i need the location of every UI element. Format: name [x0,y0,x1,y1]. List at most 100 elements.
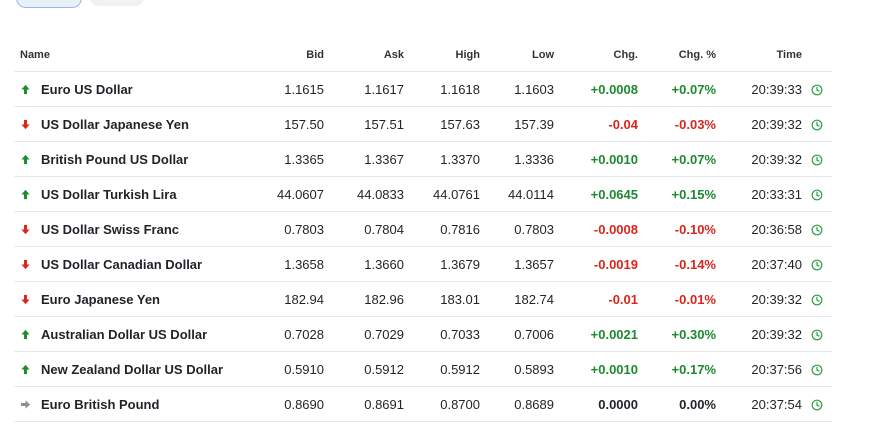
pair-name-link[interactable]: British Pound US Dollar [41,152,188,167]
low-cell: 157.39 [480,106,554,142]
table-row[interactable]: Australian Dollar US Dollar 0.7028 0.7029 0… [14,316,832,352]
chg-pct-cell: +0.30% [638,316,716,352]
table-row[interactable]: Euro US Dollar 1.1615 1.1617 1.1618 1.1603 +0… [14,71,832,107]
pair-name-link[interactable]: US Dollar Turkish Lira [41,187,177,202]
chg-pct-cell: +0.07% [638,71,716,107]
bid-cell: 0.7028 [254,316,324,352]
table-header-row: Name Bid Ask High Low Chg. Chg. % Time [14,38,832,72]
chg-cell: +0.0645 [554,176,638,212]
pair-name-link[interactable]: US Dollar Swiss Franc [41,222,179,237]
pair-name-cell: US Dollar Turkish Lira [14,176,254,212]
table-row[interactable]: New Zealand Dollar US Dollar 0.5910 0.5912… [14,351,832,387]
arrow-up-icon [21,329,30,339]
arrow-down-icon [21,119,30,129]
high-cell: 0.7816 [404,211,480,247]
arrow-down-icon [21,259,30,269]
high-cell: 1.3370 [404,141,480,177]
column-header-low[interactable]: Low [480,38,554,72]
pair-name-cell: Euro British Pound [14,386,254,422]
ask-cell: 0.5912 [324,351,404,387]
column-header-ask[interactable]: Ask [324,38,404,72]
pair-name-cell: Euro Japanese Yen [14,281,254,317]
quotes-page: Name Bid Ask High Low Chg. Chg. % Time E… [0,0,870,432]
chg-pct-cell: -0.01% [638,281,716,317]
bid-cell: 44.0607 [254,176,324,212]
column-header-chg[interactable]: Chg. [554,38,638,72]
chg-cell: -0.0019 [554,246,638,282]
chg-cell: +0.0021 [554,316,638,352]
table-row[interactable]: Euro British Pound 0.8690 0.8691 0.8700 0.86… [14,386,832,422]
clock-cell [802,316,832,352]
bid-cell: 157.50 [254,106,324,142]
table-row[interactable]: US Dollar Canadian Dollar 1.3658 1.3660 1.3… [14,246,832,282]
pair-name-link[interactable]: New Zealand Dollar US Dollar [41,362,223,377]
clock-icon[interactable] [811,294,823,306]
high-cell: 1.3679 [404,246,480,282]
low-cell: 182.74 [480,281,554,317]
clock-icon[interactable] [811,154,823,166]
table-row[interactable]: US Dollar Turkish Lira 44.0607 44.0833 44.0… [14,176,832,212]
clock-icon[interactable] [811,399,823,411]
chg-cell: +0.0010 [554,141,638,177]
low-cell: 0.7006 [480,316,554,352]
pair-name-link[interactable]: US Dollar Canadian Dollar [41,257,202,272]
clock-icon[interactable] [811,119,823,131]
clock-icon[interactable] [811,189,823,201]
pair-name-link[interactable]: Australian Dollar US Dollar [41,327,207,342]
chg-cell: -0.01 [554,281,638,317]
clock-icon[interactable] [811,259,823,271]
chg-cell: 0.0000 [554,386,638,422]
clock-cell [802,246,832,282]
time-cell: 20:39:32 [716,316,802,352]
pair-name-cell: US Dollar Swiss Franc [14,211,254,247]
column-header-name[interactable]: Name [14,38,254,72]
chg-pct-cell: +0.15% [638,176,716,212]
clock-cell [802,141,832,177]
arrow-up-icon [21,364,30,374]
tab-pill-inactive[interactable] [90,0,144,6]
clock-icon[interactable] [811,84,823,96]
column-header-bid[interactable]: Bid [254,38,324,72]
pair-name-cell: New Zealand Dollar US Dollar [14,351,254,387]
table-row[interactable]: US Dollar Swiss Franc 0.7803 0.7804 0.7816 0… [14,211,832,247]
bid-cell: 1.3365 [254,141,324,177]
low-cell: 0.7803 [480,211,554,247]
arrow-down-icon [21,294,30,304]
ask-cell: 0.8691 [324,386,404,422]
clock-cell [802,176,832,212]
clock-icon[interactable] [811,329,823,341]
clock-cell [802,71,832,107]
arrow-up-icon [21,189,30,199]
arrow-right-icon [20,399,31,409]
column-header-time[interactable]: Time [716,38,802,72]
arrow-up-icon [21,154,30,164]
pair-name-link[interactable]: Euro British Pound [41,397,159,412]
column-header-high[interactable]: High [404,38,480,72]
pair-name-link[interactable]: US Dollar Japanese Yen [41,117,189,132]
pair-name-cell: US Dollar Canadian Dollar [14,246,254,282]
tab-pill-active[interactable] [16,0,82,8]
bid-cell: 0.5910 [254,351,324,387]
clock-icon[interactable] [811,224,823,236]
column-header-chg-pct[interactable]: Chg. % [638,38,716,72]
clock-cell [802,106,832,142]
low-cell: 1.3336 [480,141,554,177]
time-cell: 20:33:31 [716,176,802,212]
low-cell: 1.3657 [480,246,554,282]
high-cell: 0.5912 [404,351,480,387]
table-row[interactable]: US Dollar Japanese Yen 157.50 157.51 157.63… [14,106,832,142]
pair-name-link[interactable]: Euro Japanese Yen [41,292,160,307]
bid-cell: 0.8690 [254,386,324,422]
table-row[interactable]: Euro Japanese Yen 182.94 182.96 183.01 182.7… [14,281,832,317]
ask-cell: 1.3367 [324,141,404,177]
ask-cell: 157.51 [324,106,404,142]
clock-icon[interactable] [811,364,823,376]
pair-name-link[interactable]: Euro US Dollar [41,82,133,97]
low-cell: 1.1603 [480,71,554,107]
time-cell: 20:39:32 [716,106,802,142]
tab-pill-row [16,0,144,8]
time-cell: 20:39:32 [716,141,802,177]
table-row[interactable]: British Pound US Dollar 1.3365 1.3367 1.337… [14,141,832,177]
arrow-up-icon [21,84,30,94]
low-cell: 0.5893 [480,351,554,387]
